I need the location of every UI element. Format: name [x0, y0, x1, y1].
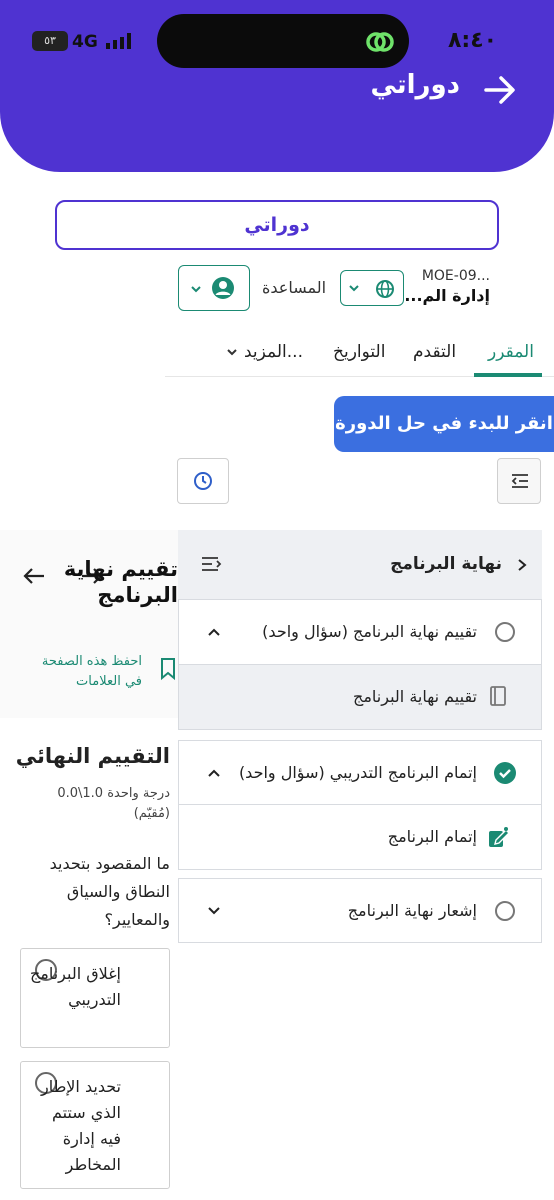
clock-time: ٨:٤٠ — [448, 28, 498, 53]
problem-grade: درجة واحدة 1.0\0.0 (مُقيّم) — [10, 784, 170, 824]
chevron-down-icon — [191, 286, 201, 293]
user-menu-button[interactable] — [178, 265, 250, 311]
tab-more[interactable]: المزيد... — [244, 342, 303, 362]
globe-icon — [376, 280, 394, 298]
answer-option[interactable]: إغلاق البرنامج التدريبي — [20, 948, 170, 1048]
outline-collapse-icon — [511, 474, 528, 488]
grade-note: (مُقيّم) — [133, 806, 170, 821]
org-code: MOE-09... — [421, 268, 490, 284]
back-arrow-icon[interactable] — [480, 70, 520, 110]
outline-unit-row[interactable]: إتمام البرنامج — [178, 805, 542, 870]
outline-section[interactable]: تقييم نهاية البرنامج (سؤال واحد) — [178, 600, 542, 665]
battery-icon: ٥٣ — [32, 31, 68, 51]
user-avatar-icon — [212, 277, 234, 299]
check-circle-icon — [494, 762, 516, 784]
help-link[interactable]: المساعدة — [262, 278, 326, 297]
resume-course-button[interactable]: انقر للبدء في حل الدورة — [334, 396, 554, 452]
outline-collapse-icon[interactable] — [200, 556, 222, 572]
question-text: ما المقصود بتحديد النطاق والسياق والمعاي… — [49, 854, 170, 929]
chevron-down-icon[interactable] — [207, 905, 221, 917]
outline-section[interactable]: إتمام البرنامج التدريبي (سؤال واحد) — [178, 740, 542, 805]
outline-title: نهاية البرنامج — [390, 554, 502, 574]
link-icon — [366, 32, 394, 52]
chevron-right-icon — [518, 559, 527, 571]
network-label: 4G — [72, 32, 98, 52]
language-select[interactable] — [340, 270, 404, 306]
unit-link: تقييم نهاية البرنامج — [353, 687, 477, 706]
outline-section[interactable]: إشعار نهاية البرنامج — [178, 878, 542, 943]
incomplete-circle-icon — [495, 901, 515, 921]
signal-icon — [106, 33, 131, 49]
clock-icon — [194, 472, 212, 490]
bookmark-link[interactable]: احفظ هذه الصفحة في العلامات — [22, 652, 142, 692]
outline-unit-row[interactable]: تقييم نهاية البرنامج — [178, 665, 542, 730]
bookmark-icon[interactable] — [158, 657, 178, 681]
section-title: تقييم نهاية البرنامج (سؤال واحد) — [262, 622, 477, 641]
active-tab-indicator — [474, 373, 542, 377]
section-title: إشعار نهاية البرنامج — [347, 901, 477, 920]
section-title: إتمام البرنامج التدريبي (سؤال واحد) — [238, 763, 477, 782]
my-courses-button[interactable]: دوراتي — [55, 200, 499, 250]
unit-title: تقييم نهاية البرنامج — [63, 557, 178, 607]
status-bar: ٥٣ 4G ٨:٤٠ — [0, 0, 554, 80]
outline-header[interactable]: نهاية البرنامج — [178, 530, 542, 600]
chevron-up-icon[interactable] — [207, 626, 221, 638]
dates-button[interactable] — [177, 458, 229, 504]
answer-option[interactable]: تحديد الإطار الذي ستتم فيه إدارة المخاطر — [20, 1061, 170, 1189]
chevron-down-icon — [349, 285, 359, 292]
page-title: دوراتي — [370, 70, 460, 100]
problem-title: التقييم النهائي — [15, 744, 170, 768]
chevron-up-icon[interactable] — [207, 767, 221, 779]
edit-icon — [489, 827, 510, 847]
tab-course[interactable]: المقرر — [488, 342, 534, 362]
book-icon — [490, 686, 506, 706]
grade-value: درجة واحدة 1.0\0.0 — [57, 786, 170, 801]
answer-label: تحديد الإطار الذي ستتم فيه إدارة المخاطر — [40, 1077, 121, 1174]
unit-link: إتمام البرنامج — [387, 827, 477, 846]
incomplete-circle-icon — [495, 622, 515, 642]
tab-dates[interactable]: التواريخ — [333, 342, 385, 362]
outline-toggle-button[interactable] — [497, 458, 541, 504]
tab-progress[interactable]: التقدم — [413, 342, 456, 362]
chevron-down-icon — [227, 349, 237, 356]
answer-label: إغلاق البرنامج التدريبي — [29, 964, 121, 1009]
